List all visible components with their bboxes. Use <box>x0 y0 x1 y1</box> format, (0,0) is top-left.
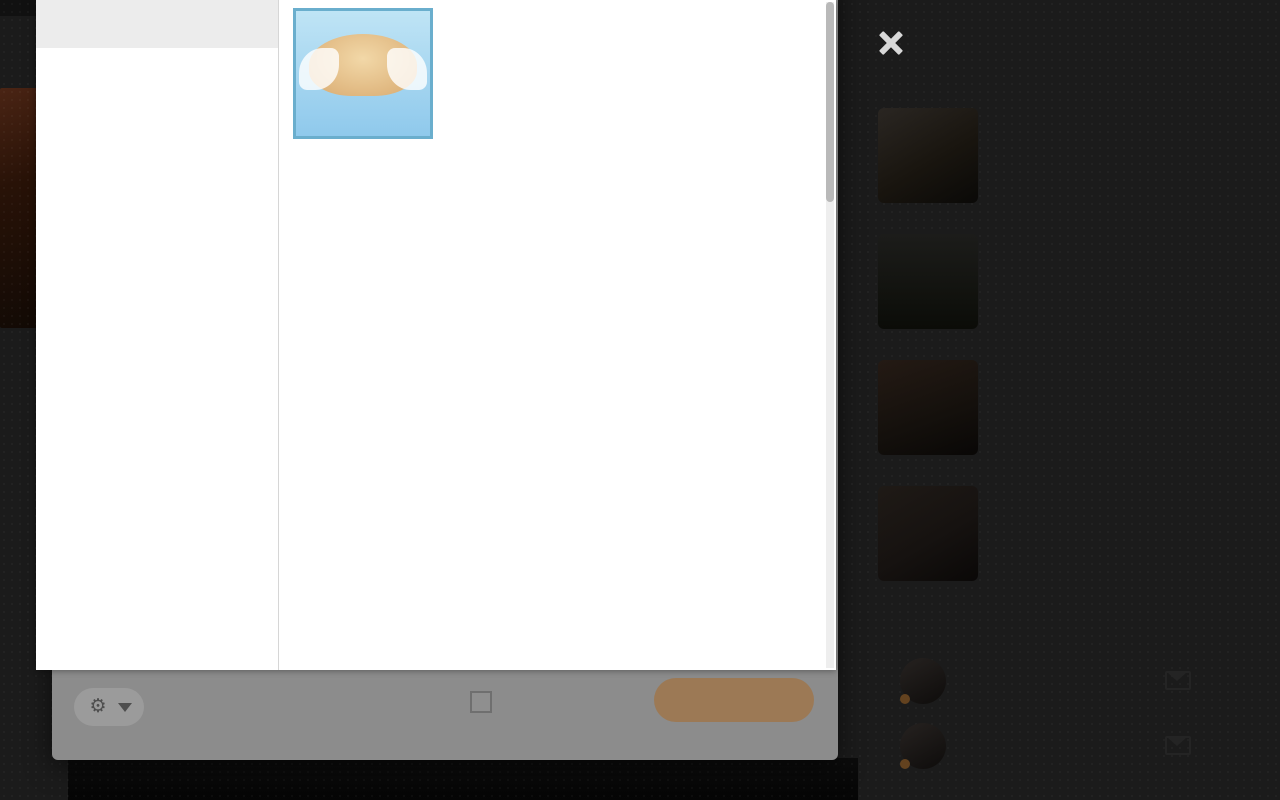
chevron-down-icon <box>118 703 132 712</box>
ad-thumbnail <box>878 360 978 455</box>
settings-button[interactable]: ⚙ <box>74 688 144 726</box>
sidebar-item-12[interactable] <box>36 576 278 624</box>
sidebar-item-6[interactable] <box>36 288 278 336</box>
online-status-dot <box>900 759 910 769</box>
online-status-dot <box>900 694 910 704</box>
sidebar-item-3[interactable] <box>36 144 278 192</box>
sidebar-item-8[interactable] <box>36 384 278 432</box>
postcard-picker-panel <box>36 0 836 670</box>
postcard-card[interactable] <box>293 8 433 139</box>
right-sidebar <box>840 0 1280 800</box>
sidebar-item-10[interactable] <box>36 480 278 528</box>
sidebar-item-1[interactable] <box>36 48 278 96</box>
sidebar-item-2[interactable] <box>36 96 278 144</box>
ad-item[interactable] <box>870 350 1270 496</box>
ad-thumbnail <box>878 234 978 329</box>
ad-thumbnail <box>878 108 978 203</box>
share-button[interactable] <box>654 678 814 722</box>
sidebar-item-13[interactable] <box>36 624 278 670</box>
contact-list-item[interactable] <box>870 648 1270 714</box>
postcard-grid[interactable] <box>279 0 824 670</box>
bg-bottom-photo <box>68 758 858 800</box>
sidebar-item-9[interactable] <box>36 432 278 480</box>
gear-icon: ⚙ <box>89 696 107 717</box>
sidebar-item-11[interactable] <box>36 528 278 576</box>
bg-left-photo <box>0 88 38 328</box>
contact-list-item[interactable] <box>870 713 1270 779</box>
message-icon[interactable] <box>1165 671 1191 690</box>
sidebar-item-0[interactable] <box>36 0 278 48</box>
publish-time-checkbox[interactable] <box>470 691 492 713</box>
ad-item[interactable] <box>870 476 1270 622</box>
modal-footer: ⚙ <box>52 670 838 760</box>
grid-scrollbar[interactable] <box>826 2 834 668</box>
grid-scrollbar-thumb[interactable] <box>826 2 834 202</box>
ad-thumbnail <box>878 486 978 581</box>
postcard-image <box>293 8 433 139</box>
ad-item[interactable] <box>870 224 1270 370</box>
sidebar-item-7[interactable] <box>36 336 278 384</box>
sidebar-item-4[interactable] <box>36 192 278 240</box>
message-icon[interactable] <box>1165 736 1191 755</box>
sidebar-item-5[interactable] <box>36 240 278 288</box>
close-icon[interactable] <box>870 22 912 64</box>
ad-item[interactable] <box>870 98 1270 244</box>
category-sidebar[interactable] <box>36 0 279 670</box>
note-composer-modal: ⚙ <box>36 0 838 760</box>
